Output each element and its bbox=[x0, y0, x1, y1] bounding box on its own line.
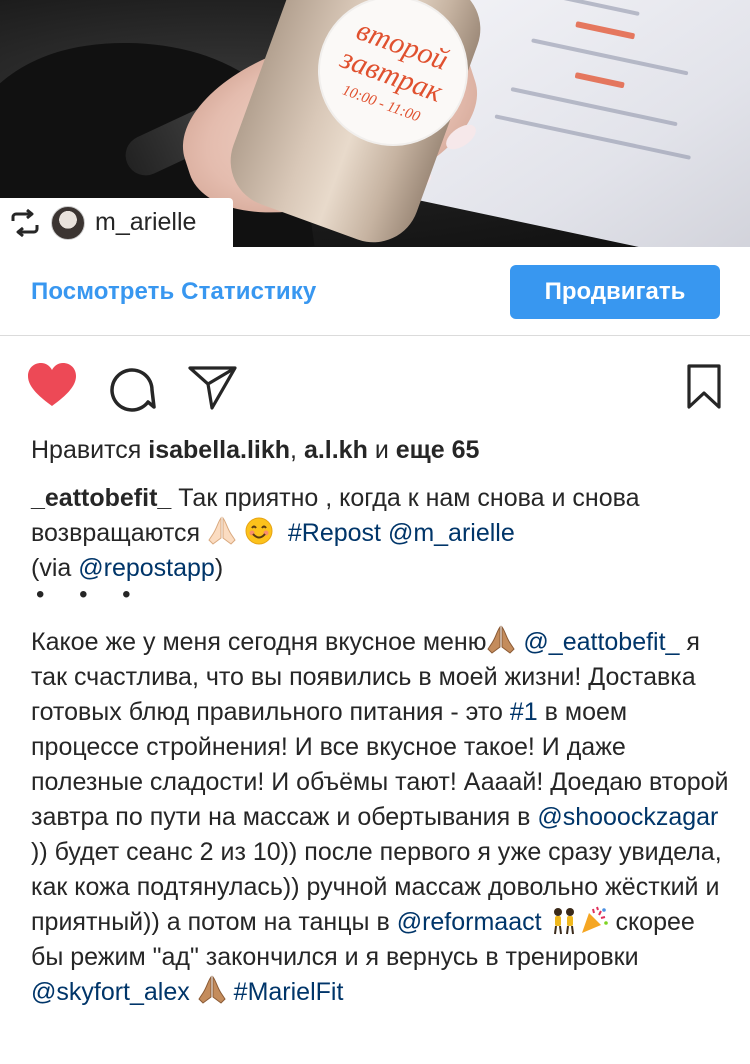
caption-dots: • • • bbox=[36, 581, 145, 608]
bookmark-icon[interactable] bbox=[686, 364, 722, 410]
dancers-emoji-icon bbox=[553, 908, 574, 935]
pray-emoji-icon bbox=[198, 975, 226, 1004]
mention-eattobefit[interactable]: @_eattobefit_ bbox=[523, 628, 679, 656]
party-popper-emoji-icon bbox=[581, 906, 608, 933]
hashtag-1[interactable]: #1 bbox=[510, 698, 538, 726]
mention-reformaact[interactable]: @reformaact bbox=[397, 908, 542, 936]
liker-1[interactable]: isabella.likh bbox=[148, 436, 290, 464]
via-prefix: (via bbox=[31, 554, 72, 582]
comment-icon[interactable] bbox=[108, 364, 156, 412]
mention-m-arielle[interactable]: @m_arielle bbox=[388, 519, 515, 547]
hashtag-repost[interactable]: #Repost bbox=[288, 519, 381, 547]
via-suffix: ) bbox=[214, 554, 224, 582]
view-insights-link[interactable]: Посмотреть Статистику bbox=[31, 278, 316, 306]
repost-credit[interactable]: m_arielle bbox=[0, 198, 233, 247]
hashtag-marielfit[interactable]: #MarielFit bbox=[234, 978, 344, 1006]
caption-username[interactable]: _eattobefit_ bbox=[31, 484, 171, 512]
likes-more[interactable]: еще 65 bbox=[396, 436, 480, 464]
repost-username: m_arielle bbox=[95, 208, 197, 236]
post-caption: _eattobefit_ Так приятно , когда к нам с… bbox=[31, 481, 731, 586]
likes-separator: , bbox=[290, 436, 297, 464]
post-photo[interactable]: второй завтрак 10:00 - 11:00 m_arielle bbox=[0, 0, 750, 247]
pray-emoji-icon bbox=[208, 516, 236, 545]
likes-and: и bbox=[374, 436, 389, 464]
promote-button[interactable]: Продвигать bbox=[510, 265, 720, 319]
action-bar bbox=[0, 340, 750, 432]
insights-bar: Посмотреть Статистику Продвигать bbox=[0, 247, 750, 336]
heart-icon[interactable] bbox=[27, 362, 77, 408]
liker-2[interactable]: a.l.kh bbox=[304, 436, 368, 464]
mention-repostapp[interactable]: @repostapp bbox=[78, 554, 215, 582]
repost-avatar bbox=[51, 205, 85, 240]
post-body: Какое же у меня сегодня вкусное меню @_e… bbox=[31, 625, 731, 1010]
body-text-1: Какое же у меня сегодня вкусное меню bbox=[31, 628, 487, 656]
likes-prefix: Нравится bbox=[31, 436, 142, 464]
likes-line: Нравится isabella.likh, a.l.kh и еще 65 bbox=[31, 434, 479, 466]
smile-emoji-icon bbox=[245, 517, 273, 545]
pray-emoji-icon bbox=[487, 625, 516, 654]
share-icon[interactable] bbox=[188, 365, 238, 411]
mention-shooockzagar[interactable]: @shooockzagar bbox=[537, 803, 718, 831]
mention-skyfort-alex[interactable]: @skyfort_alex bbox=[31, 978, 190, 1006]
repost-icon bbox=[11, 208, 39, 237]
